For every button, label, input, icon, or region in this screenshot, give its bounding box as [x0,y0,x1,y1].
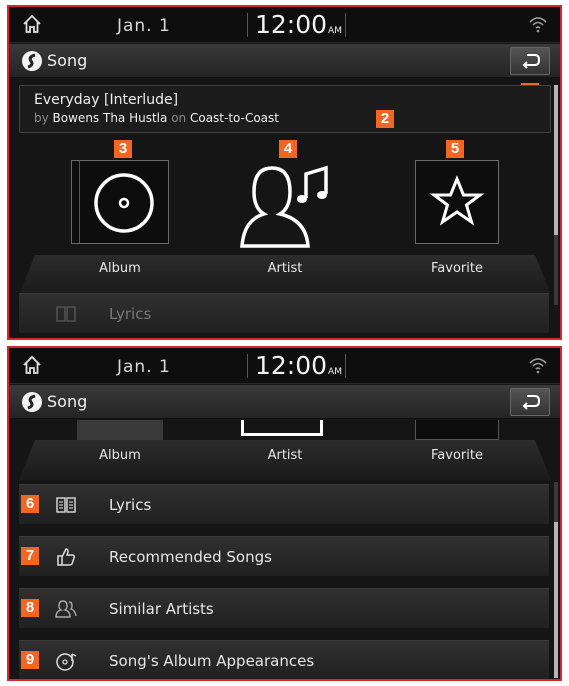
back-icon [522,395,541,410]
status-bar: Jan. 1 12:00AM [9,348,560,384]
callout-badge: 3 [114,140,132,158]
scrollbar-thumb[interactable] [554,85,558,235]
callout-badge: 8 [21,599,39,617]
song-info-box: Everyday [Interlude] by Bowens Tha Hustl… [19,85,551,133]
clock: 12:00AM [255,10,342,39]
back-button[interactable] [510,47,550,75]
album-label: Album [99,261,141,276]
back-icon [522,54,541,69]
thumbs-up-icon [57,548,76,566]
menu-item-song-album-appearances[interactable]: 9 Song's Album Appearances [19,640,549,679]
date-text: Jan. 1 [117,357,171,377]
artist-tile[interactable] [241,420,323,436]
wifi-icon [529,358,547,374]
album-spine [72,161,80,243]
page-title: Song [47,392,88,411]
status-bar: Jan. 1 12:00AM [9,7,560,43]
star-icon [429,175,485,226]
divider [247,13,248,37]
callout-badge: 5 [446,140,464,158]
callout-badge: 4 [279,140,297,158]
artist-label: Artist [267,448,303,463]
artist-music-icon [240,165,328,248]
date-text: Jan. 1 [117,16,171,36]
divider [345,13,346,37]
radio-source-icon [22,51,42,71]
album-tile[interactable] [77,420,163,440]
scrollbar[interactable] [554,482,558,678]
title-bar: Song [9,385,560,419]
screen-song-info: Jan. 1 12:00AM Song 1 Everyday [Interlud… [7,5,562,340]
callout-badge: 7 [21,547,39,565]
callout-badge: 2 [376,110,394,128]
menu-item-recommended-songs[interactable]: 7 Recommended Songs [19,536,549,576]
menu-item-label: Lyrics [109,496,152,514]
album-tile[interactable] [71,160,169,244]
clock: 12:00AM [255,351,342,380]
disc-note-icon [56,653,77,671]
screen-song-menu: Jan. 1 12:00AM Song Album Artist Favorit… [7,346,562,681]
title-bar: Song [9,44,560,78]
menu-item-lyrics[interactable]: 6 Lyrics [19,484,549,524]
menu-item-label: Lyrics [109,305,152,323]
people-icon [55,600,77,618]
back-button[interactable] [510,388,550,416]
scrollbar-thumb[interactable] [554,522,558,678]
favorite-tile[interactable] [415,160,499,244]
home-icon[interactable] [21,13,43,35]
artist-tile[interactable] [234,160,332,248]
song-title: Everyday [Interlude] [34,92,179,108]
callout-badge: 6 [21,495,39,513]
page-title: Song [47,51,88,70]
favorite-tile[interactable] [415,420,499,440]
menu-item-lyrics[interactable]: Lyrics [19,293,549,333]
artist-label: Artist [267,261,303,276]
menu-item-label: Song's Album Appearances [109,652,315,670]
menu-item-label: Recommended Songs [109,548,272,566]
divider [345,354,346,378]
menu-item-label: Similar Artists [109,600,214,618]
book-icon [56,306,76,322]
wifi-icon [529,17,547,33]
favorite-label: Favorite [431,448,483,463]
book-icon [56,497,76,513]
divider [247,354,248,378]
favorite-label: Favorite [431,261,483,276]
radio-source-icon [22,392,42,412]
song-artist-album: by Bowens Tha Hustla on Coast-to-Coast [34,111,279,125]
scrollbar[interactable] [554,85,558,305]
callout-badge: 9 [21,651,39,669]
menu-item-similar-artists[interactable]: 8 Similar Artists [19,588,549,628]
home-icon[interactable] [21,354,43,376]
album-label: Album [99,448,141,463]
disc-icon [94,173,154,233]
